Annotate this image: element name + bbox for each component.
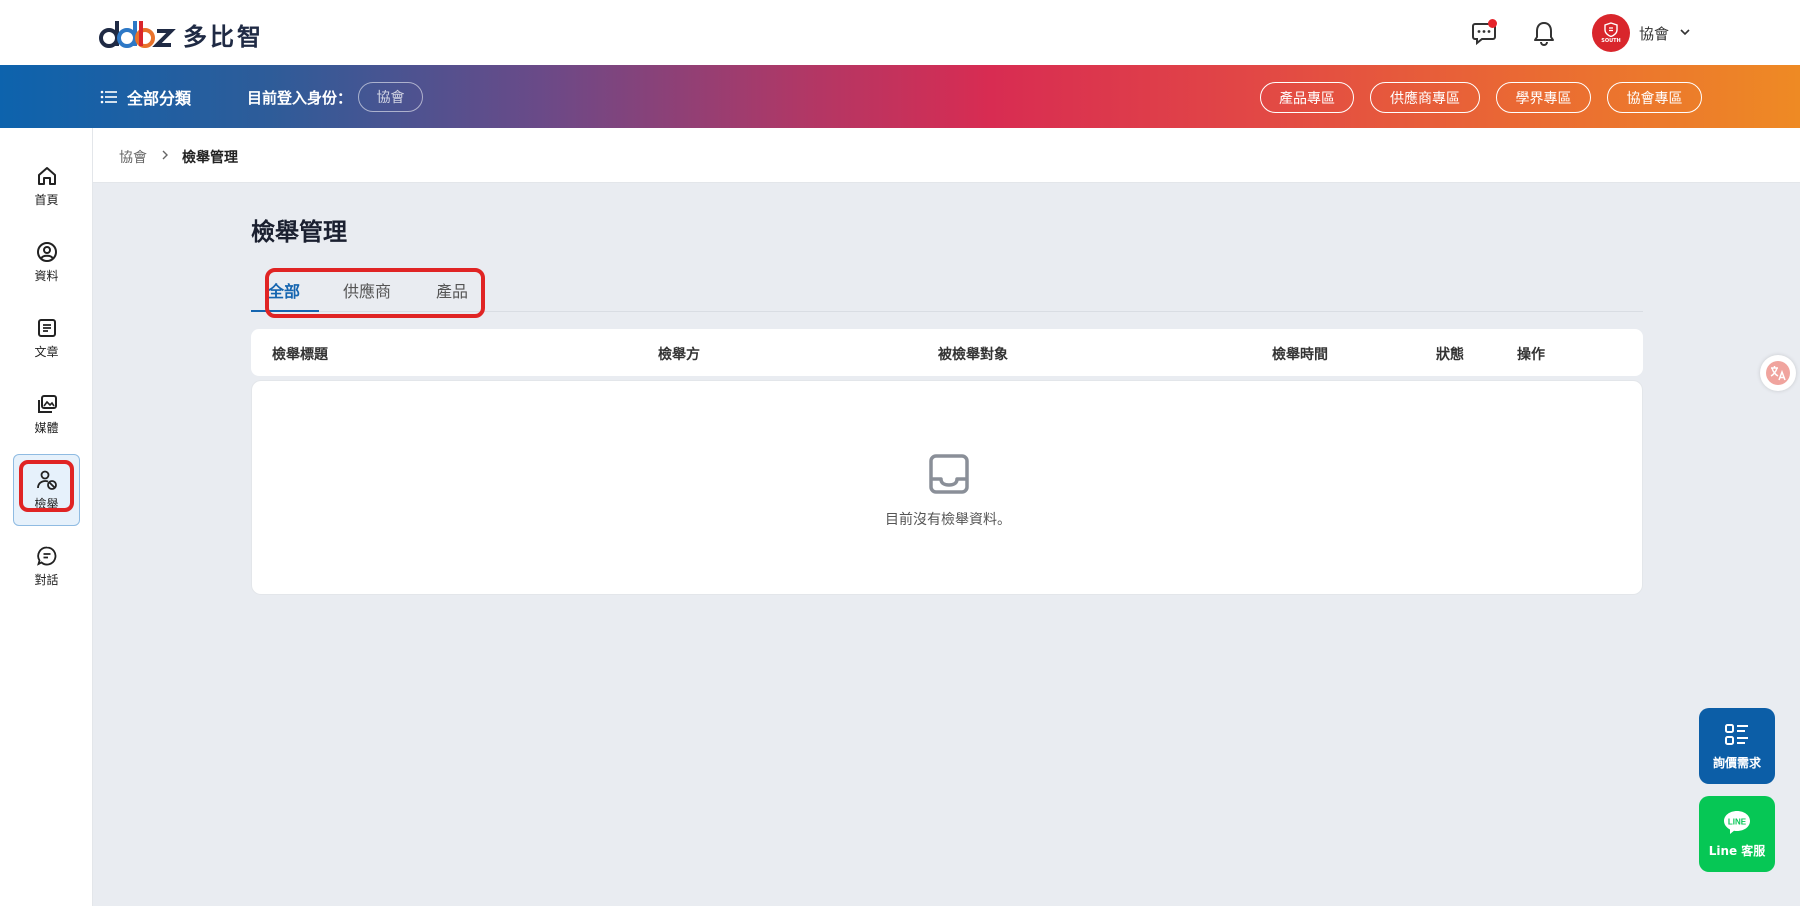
messages-button[interactable] — [1470, 19, 1498, 47]
zone-products-button[interactable]: 產品專區 — [1260, 82, 1354, 113]
sidebar-item-articles[interactable]: 文章 — [13, 302, 80, 374]
sidebar-item-home[interactable]: 首頁 — [13, 150, 80, 222]
bell-icon — [1534, 22, 1554, 46]
line-support-button[interactable]: LINE Line 客服 — [1699, 796, 1775, 872]
avatar[interactable]: SOUTH — [1592, 14, 1630, 52]
column-header: 檢舉時間 — [1272, 347, 1328, 363]
zone-suppliers-button[interactable]: 供應商專區 — [1370, 82, 1480, 113]
user-name[interactable]: 協會 — [1639, 23, 1669, 44]
column-header: 操作 — [1517, 347, 1545, 363]
all-categories-button[interactable]: 全部分類 — [100, 85, 191, 109]
sidebar-item-chat[interactable]: 對話 — [13, 530, 80, 602]
notifications-button[interactable] — [1530, 19, 1558, 47]
logo-mark-icon — [99, 17, 177, 51]
chevron-down-icon[interactable] — [1677, 24, 1693, 40]
empty-state-text: 目前沒有檢舉資料。 — [885, 512, 1011, 528]
column-header: 狀態 — [1436, 347, 1464, 363]
breadcrumb-root[interactable]: 協會 — [119, 147, 147, 167]
zone-association-button[interactable]: 協會專區 — [1607, 82, 1702, 113]
avatar-label: SOUTH — [1601, 38, 1621, 44]
zone-academia-button[interactable]: 學界專區 — [1496, 82, 1591, 113]
brand-logo[interactable]: 多比智 — [99, 16, 264, 52]
unread-dot — [1488, 19, 1497, 28]
table-header: 檢舉標題 檢舉方 被檢舉對象 檢舉時間 狀態 操作 — [251, 329, 1643, 376]
page-title: 檢舉管理 — [251, 218, 347, 246]
category-bar: 全部分類 目前登入身份： 協會 產品專區 供應商專區 學界專區 協會專區 — [0, 65, 1800, 128]
top-header: 多比智 SOUTH 協會 — [0, 0, 1800, 65]
sidebar: 首頁 資料 文章 媒體 檢舉 對話 — [0, 128, 93, 906]
chevron-right-icon — [162, 150, 168, 160]
breadcrumb-current: 檢舉管理 — [182, 150, 238, 166]
login-as-label: 目前登入身份： — [247, 89, 353, 107]
media-icon — [37, 394, 57, 413]
column-header: 檢舉方 — [658, 347, 700, 363]
list-menu-icon — [100, 90, 117, 104]
shield-logo-icon — [1604, 22, 1618, 37]
sidebar-item-profile[interactable]: 資料 — [13, 226, 80, 298]
sidebar-item-label: 首頁 — [34, 192, 59, 207]
sidebar-item-label: 對話 — [34, 572, 59, 587]
sidebar-item-media[interactable]: 媒體 — [13, 378, 80, 450]
svg-text:LINE: LINE — [1728, 818, 1747, 827]
translate-button[interactable] — [1760, 355, 1796, 391]
role-badge: 協會 — [358, 82, 423, 112]
chat-icon — [36, 546, 56, 566]
breadcrumb: 協會 檢舉管理 — [93, 128, 1800, 183]
translate-icon — [1766, 361, 1790, 385]
user-circle-icon — [36, 241, 57, 262]
brand-name: 多比智 — [183, 22, 264, 51]
line-logo-icon: LINE — [1724, 811, 1750, 834]
sidebar-item-label: 資料 — [34, 268, 59, 283]
document-icon — [37, 318, 56, 337]
highlight-box — [19, 460, 74, 512]
list-icon — [1725, 723, 1748, 745]
column-header: 被檢舉對象 — [938, 347, 1008, 363]
all-categories-label: 全部分類 — [127, 89, 192, 108]
highlight-box — [265, 268, 485, 318]
home-icon — [37, 166, 56, 185]
quote-request-label: 詢價需求 — [1712, 755, 1761, 770]
empty-inbox-icon — [929, 454, 969, 494]
line-support-label: Line 客服 — [1708, 844, 1766, 858]
sidebar-item-label: 文章 — [34, 344, 59, 359]
sidebar-item-label: 媒體 — [34, 420, 59, 435]
table-body: 目前沒有檢舉資料。 — [251, 380, 1643, 595]
column-header: 檢舉標題 — [272, 347, 328, 363]
sidebar-item-reports[interactable]: 檢舉 — [13, 454, 80, 526]
quote-request-button[interactable]: 詢價需求 — [1699, 708, 1775, 784]
